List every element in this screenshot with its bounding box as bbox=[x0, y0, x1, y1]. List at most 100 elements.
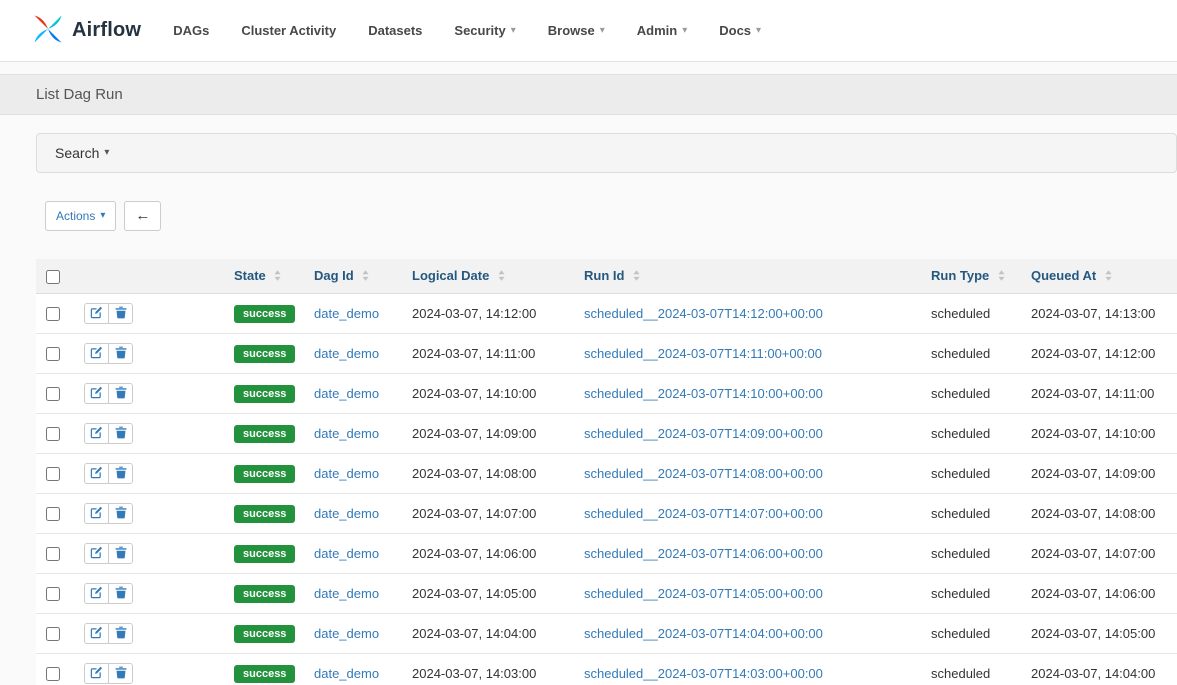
row-checkbox[interactable] bbox=[46, 587, 60, 601]
delete-record-button[interactable] bbox=[108, 383, 133, 404]
select-all-checkbox[interactable] bbox=[46, 270, 60, 284]
sort-icon[interactable] bbox=[1105, 269, 1112, 284]
edit-record-button[interactable] bbox=[84, 303, 109, 324]
run-type-cell: scheduled bbox=[923, 334, 1023, 374]
status-badge: success bbox=[234, 625, 295, 643]
edit-record-button[interactable] bbox=[84, 463, 109, 484]
dag-id-link[interactable]: date_demo bbox=[314, 506, 379, 521]
trash-icon bbox=[115, 466, 127, 482]
row-action-buttons bbox=[84, 383, 133, 404]
trash-icon bbox=[115, 386, 127, 402]
row-checkbox[interactable] bbox=[46, 427, 60, 441]
edit-record-button[interactable] bbox=[84, 383, 109, 404]
run-id-link[interactable]: scheduled__2024-03-07T14:04:00+00:00 bbox=[584, 626, 823, 641]
run-id-link[interactable]: scheduled__2024-03-07T14:03:00+00:00 bbox=[584, 666, 823, 681]
column-header-queued-at[interactable]: Queued At bbox=[1023, 259, 1177, 294]
delete-record-button[interactable] bbox=[108, 583, 133, 604]
column-header-label: Dag Id bbox=[314, 268, 354, 283]
search-panel-label: Search bbox=[55, 145, 99, 161]
delete-record-button[interactable] bbox=[108, 663, 133, 684]
sort-icon[interactable] bbox=[998, 269, 1005, 284]
column-header-dag-id[interactable]: Dag Id bbox=[306, 259, 404, 294]
run-id-link[interactable]: scheduled__2024-03-07T14:05:00+00:00 bbox=[584, 586, 823, 601]
run-id-cell: scheduled__2024-03-07T14:11:00+00:00 bbox=[576, 334, 923, 374]
sort-icon[interactable] bbox=[633, 269, 640, 284]
dag-id-link[interactable]: date_demo bbox=[314, 466, 379, 481]
edit-record-button[interactable] bbox=[84, 583, 109, 604]
run-id-link[interactable]: scheduled__2024-03-07T14:11:00+00:00 bbox=[584, 346, 822, 361]
dag-id-link[interactable]: date_demo bbox=[314, 546, 379, 561]
column-header-run-type[interactable]: Run Type bbox=[923, 259, 1023, 294]
dag-id-cell: date_demo bbox=[306, 294, 404, 334]
queued-at-cell: 2024-03-07, 14:13:00 bbox=[1023, 294, 1177, 334]
edit-record-button[interactable] bbox=[84, 423, 109, 444]
row-actions-cell bbox=[76, 294, 226, 334]
row-checkbox[interactable] bbox=[46, 347, 60, 361]
row-checkbox[interactable] bbox=[46, 467, 60, 481]
nav-item-datasets[interactable]: Datasets bbox=[368, 23, 422, 38]
delete-record-button[interactable] bbox=[108, 623, 133, 644]
airflow-brand[interactable]: Airflow bbox=[30, 11, 141, 50]
column-header-logical-date[interactable]: Logical Date bbox=[404, 259, 576, 294]
row-actions-cell bbox=[76, 414, 226, 454]
run-id-link[interactable]: scheduled__2024-03-07T14:12:00+00:00 bbox=[584, 306, 823, 321]
nav-menu: DAGs Cluster Activity Datasets Security … bbox=[173, 23, 761, 38]
queued-at-cell: 2024-03-07, 14:05:00 bbox=[1023, 614, 1177, 654]
delete-record-button[interactable] bbox=[108, 543, 133, 564]
row-checkbox[interactable] bbox=[46, 627, 60, 641]
nav-item-cluster-activity[interactable]: Cluster Activity bbox=[241, 23, 336, 38]
edit-icon bbox=[90, 346, 103, 362]
column-header-run-id[interactable]: Run Id bbox=[576, 259, 923, 294]
dag-id-link[interactable]: date_demo bbox=[314, 426, 379, 441]
run-id-link[interactable]: scheduled__2024-03-07T14:08:00+00:00 bbox=[584, 466, 823, 481]
run-id-link[interactable]: scheduled__2024-03-07T14:10:00+00:00 bbox=[584, 386, 823, 401]
row-select-cell bbox=[36, 574, 76, 614]
sort-icon[interactable] bbox=[362, 269, 369, 284]
dag-id-cell: date_demo bbox=[306, 494, 404, 534]
edit-record-button[interactable] bbox=[84, 623, 109, 644]
column-header-state[interactable]: State bbox=[226, 259, 306, 294]
row-checkbox[interactable] bbox=[46, 667, 60, 681]
edit-icon bbox=[90, 666, 103, 682]
edit-icon bbox=[90, 466, 103, 482]
column-header-label: Logical Date bbox=[412, 268, 489, 283]
edit-record-button[interactable] bbox=[84, 663, 109, 684]
dag-id-link[interactable]: date_demo bbox=[314, 666, 379, 681]
row-checkbox[interactable] bbox=[46, 507, 60, 521]
delete-record-button[interactable] bbox=[108, 463, 133, 484]
run-id-link[interactable]: scheduled__2024-03-07T14:07:00+00:00 bbox=[584, 506, 823, 521]
actions-button[interactable]: Actions ▾ bbox=[45, 201, 116, 231]
edit-record-button[interactable] bbox=[84, 543, 109, 564]
run-id-cell: scheduled__2024-03-07T14:12:00+00:00 bbox=[576, 294, 923, 334]
sort-icon[interactable] bbox=[274, 269, 281, 284]
caret-down-icon: ▾ bbox=[100, 211, 105, 221]
top-navbar: Airflow DAGs Cluster Activity Datasets S… bbox=[0, 0, 1177, 62]
back-button[interactable]: ← bbox=[124, 201, 161, 231]
nav-item-admin[interactable]: Admin ▾ bbox=[637, 23, 687, 38]
delete-record-button[interactable] bbox=[108, 503, 133, 524]
caret-down-icon: ▾ bbox=[756, 26, 761, 36]
delete-record-button[interactable] bbox=[108, 303, 133, 324]
dag-id-link[interactable]: date_demo bbox=[314, 626, 379, 641]
row-checkbox[interactable] bbox=[46, 547, 60, 561]
nav-item-docs[interactable]: Docs ▾ bbox=[719, 23, 761, 38]
run-id-link[interactable]: scheduled__2024-03-07T14:09:00+00:00 bbox=[584, 426, 823, 441]
nav-item-label: DAGs bbox=[173, 23, 209, 38]
search-panel[interactable]: Search ▾ bbox=[36, 133, 1177, 173]
nav-item-dags[interactable]: DAGs bbox=[173, 23, 209, 38]
dag-id-link[interactable]: date_demo bbox=[314, 386, 379, 401]
nav-item-browse[interactable]: Browse ▾ bbox=[548, 23, 605, 38]
nav-item-security[interactable]: Security ▾ bbox=[454, 23, 515, 38]
dag-id-link[interactable]: date_demo bbox=[314, 586, 379, 601]
edit-record-button[interactable] bbox=[84, 343, 109, 364]
delete-record-button[interactable] bbox=[108, 343, 133, 364]
row-checkbox[interactable] bbox=[46, 387, 60, 401]
run-id-link[interactable]: scheduled__2024-03-07T14:06:00+00:00 bbox=[584, 546, 823, 561]
delete-record-button[interactable] bbox=[108, 423, 133, 444]
edit-record-button[interactable] bbox=[84, 503, 109, 524]
row-checkbox[interactable] bbox=[46, 307, 60, 321]
dag-id-link[interactable]: date_demo bbox=[314, 306, 379, 321]
table-row: success date_demo 2024-03-07, 14:08:00 s… bbox=[36, 454, 1177, 494]
sort-icon[interactable] bbox=[498, 269, 505, 284]
dag-id-link[interactable]: date_demo bbox=[314, 346, 379, 361]
